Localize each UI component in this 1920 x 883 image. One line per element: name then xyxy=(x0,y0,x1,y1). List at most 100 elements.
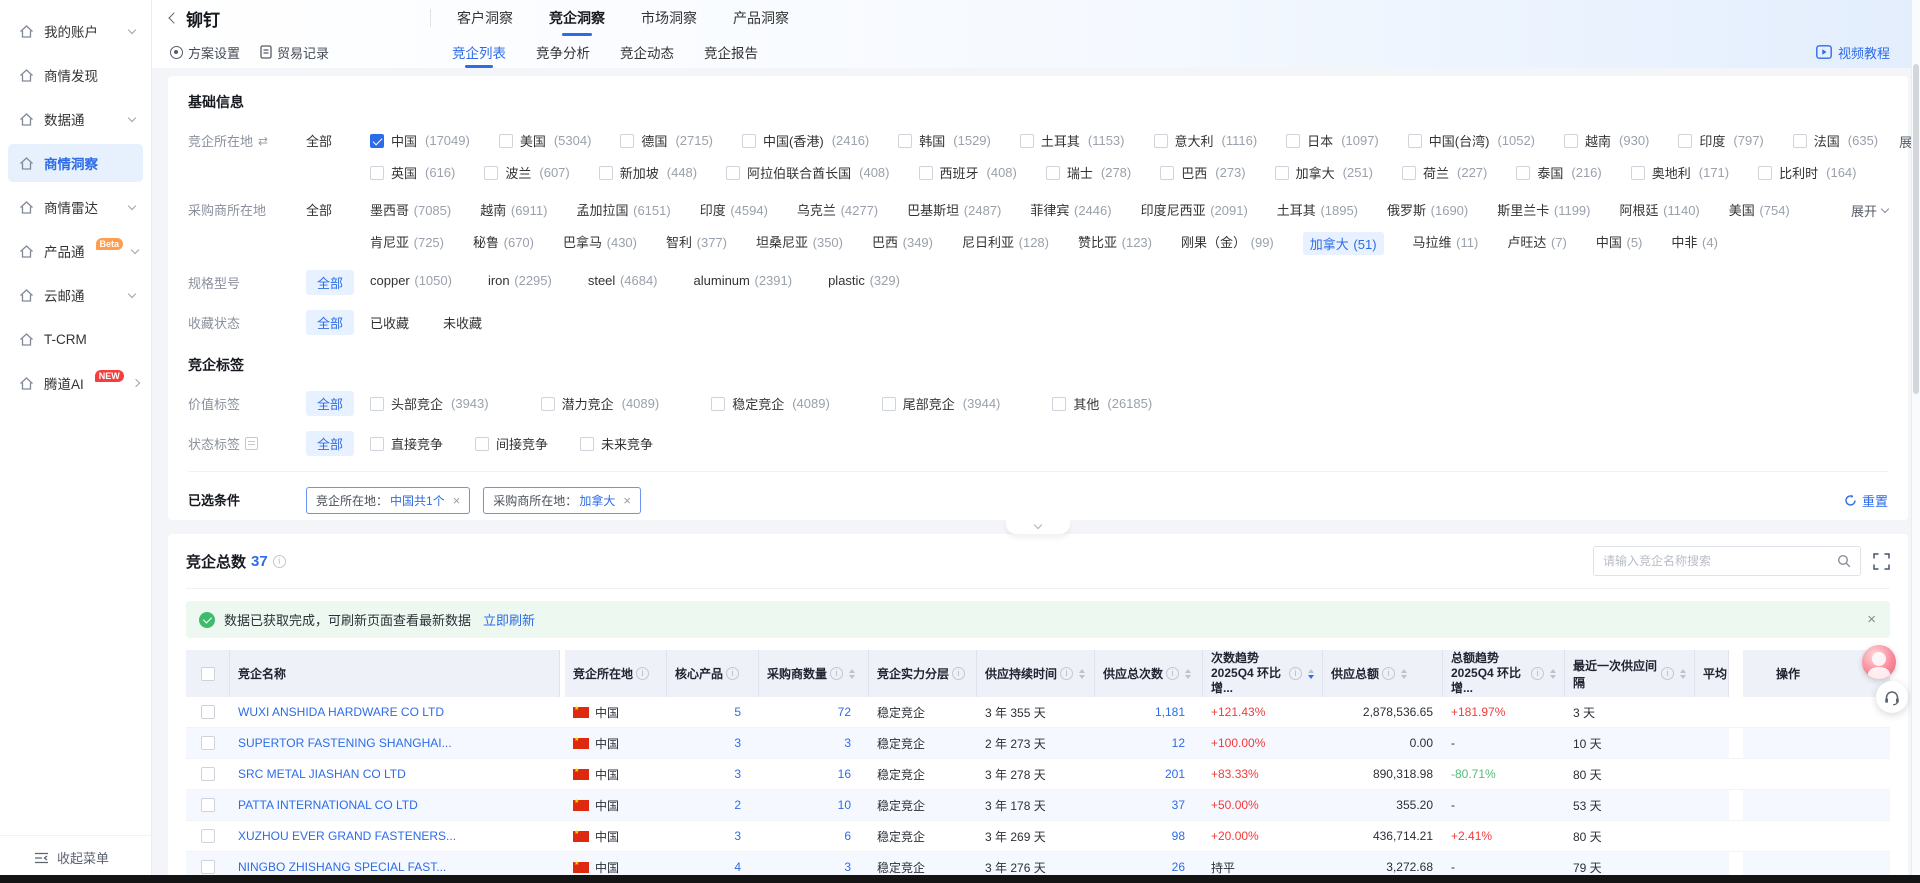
core-product-count-link[interactable]: 3 xyxy=(734,829,741,843)
country-filter-option[interactable]: 日本 (1097) xyxy=(1286,131,1379,150)
checkbox[interactable] xyxy=(1275,166,1289,180)
checkbox[interactable] xyxy=(726,166,740,180)
country-filter-option[interactable]: 越南 (930) xyxy=(1564,131,1649,150)
country-filter-option[interactable]: 德国 (2715) xyxy=(620,131,713,150)
supply-times-link[interactable]: 26 xyxy=(1172,860,1185,874)
sidebar-item[interactable]: 腾道AI NEW xyxy=(8,364,143,402)
buyer-count-link[interactable]: 16 xyxy=(838,767,851,781)
checkbox[interactable] xyxy=(742,134,756,148)
checkbox[interactable] xyxy=(1402,166,1416,180)
country-filter-option[interactable]: 泰国 (216) xyxy=(1516,163,1601,182)
buyer-country-option[interactable]: 土耳其 (1895) xyxy=(1277,200,1358,219)
country-filter-option[interactable]: 中国(香港) (2416) xyxy=(742,131,869,150)
value-tag-option[interactable]: 头部竞企 (3943) xyxy=(370,394,489,413)
filter-all-chip[interactable]: 全部 xyxy=(306,391,354,416)
buyer-country-option[interactable]: 菲律宾 (2446) xyxy=(1030,200,1111,219)
main-tab[interactable]: 客户洞察 xyxy=(457,0,513,36)
checkbox[interactable] xyxy=(370,166,384,180)
buyer-country-option[interactable]: 阿根廷 (1140) xyxy=(1620,200,1700,219)
page-scrollbar[interactable] xyxy=(1911,0,1920,875)
country-filter-option[interactable]: 阿拉伯联合酋长国 (408) xyxy=(726,163,889,182)
filter-all-chip[interactable]: 全部 xyxy=(306,310,354,335)
buyer-country-option[interactable]: 中国 (5) xyxy=(1596,232,1643,255)
checkbox[interactable] xyxy=(370,437,384,451)
buyer-country-option[interactable]: 乌克兰 (4277) xyxy=(797,200,878,219)
buyer-country-option[interactable]: 赞比亚 (123) xyxy=(1078,232,1152,255)
country-filter-option[interactable]: 瑞士 (278) xyxy=(1046,163,1131,182)
value-tag-option[interactable]: 稳定竞企 (4089) xyxy=(711,394,830,413)
country-filter-option[interactable]: 中国(台湾) (1052) xyxy=(1408,131,1535,150)
checkbox[interactable] xyxy=(1678,134,1692,148)
buyer-country-option[interactable]: 马拉维 (11) xyxy=(1413,232,1479,255)
checkbox[interactable] xyxy=(1046,166,1060,180)
filter-all-option[interactable]: 全部 xyxy=(306,128,370,150)
buyer-country-option[interactable]: 坦桑尼亚 (350) xyxy=(756,232,843,255)
sidebar-item[interactable]: 产品通 Beta xyxy=(8,232,143,270)
status-tag-option[interactable]: 未来竞争 xyxy=(580,434,653,453)
row-checkbox[interactable] xyxy=(201,860,215,874)
info-icon[interactable]: i xyxy=(1382,667,1395,680)
buyer-country-option[interactable]: 加拿大 (51) xyxy=(1303,232,1384,255)
checkbox[interactable] xyxy=(599,166,613,180)
info-icon[interactable]: i xyxy=(952,667,965,680)
sort-icon[interactable] xyxy=(1550,669,1556,679)
buyer-count-link[interactable]: 10 xyxy=(838,798,851,812)
buyer-country-option[interactable]: 俄罗斯 (1690) xyxy=(1387,200,1468,219)
sub-tab[interactable]: 竞企列表 xyxy=(452,36,506,68)
supply-times-link[interactable]: 1,181 xyxy=(1155,705,1185,719)
sidebar-item[interactable]: 商情雷达 xyxy=(8,188,143,226)
status-tag-option[interactable]: 间接竞争 xyxy=(475,434,548,453)
sidebar-item[interactable]: 我的账户 xyxy=(8,12,143,50)
expand-button[interactable]: 展开 xyxy=(1830,197,1888,220)
checkbox[interactable] xyxy=(898,134,912,148)
country-filter-option[interactable]: 法国 (635) xyxy=(1793,131,1878,150)
buyer-country-option[interactable]: 尼日利亚 (128) xyxy=(962,232,1049,255)
info-icon[interactable]: i xyxy=(1166,667,1179,680)
checkbox[interactable] xyxy=(1631,166,1645,180)
country-filter-option[interactable]: 韩国 (1529) xyxy=(898,131,991,150)
checkbox[interactable] xyxy=(1286,134,1300,148)
core-product-count-link[interactable]: 4 xyxy=(734,860,741,874)
buyer-count-link[interactable]: 72 xyxy=(838,705,851,719)
spec-option[interactable]: copper (1050) xyxy=(370,273,452,288)
sort-icon[interactable] xyxy=(1079,669,1085,679)
info-icon[interactable]: i xyxy=(1661,667,1674,680)
row-checkbox[interactable] xyxy=(201,798,215,812)
buyer-count-link[interactable]: 6 xyxy=(844,829,851,843)
checkbox[interactable] xyxy=(1052,397,1066,411)
buyer-country-option[interactable]: 印度 (4594) xyxy=(700,200,768,219)
spec-option[interactable]: steel (4684) xyxy=(588,273,658,288)
favorite-option[interactable]: 未收藏 xyxy=(443,313,482,332)
sidebar-item[interactable]: 商情发现 xyxy=(8,56,143,94)
buyer-country-option[interactable]: 刚果（金） (99) xyxy=(1181,232,1274,255)
checkbox[interactable] xyxy=(370,134,384,148)
refresh-now-link[interactable]: 立即刷新 xyxy=(483,610,535,629)
buyer-country-option[interactable]: 美国 (754) xyxy=(1729,200,1790,219)
checkbox[interactable] xyxy=(1160,166,1174,180)
sidebar-item[interactable]: 数据通 xyxy=(8,100,143,138)
sidebar-item[interactable]: 商情洞察 xyxy=(8,144,143,182)
buyer-country-option[interactable]: 印度尼西亚 (2091) xyxy=(1141,200,1248,219)
sub-tab[interactable]: 竞企报告 xyxy=(704,36,758,68)
sidebar-item[interactable]: T-CRM xyxy=(8,320,143,358)
banner-close-icon[interactable]: × xyxy=(1867,611,1876,628)
customer-service-avatar[interactable] xyxy=(1862,645,1896,679)
favorite-option[interactable]: 已收藏 xyxy=(370,313,409,332)
buyer-country-option[interactable]: 孟加拉国 (6151) xyxy=(576,200,670,219)
checkbox[interactable] xyxy=(1516,166,1530,180)
spec-option[interactable]: aluminum (2391) xyxy=(694,273,793,288)
sort-icon[interactable] xyxy=(1185,669,1191,679)
country-filter-option[interactable]: 美国 (5304) xyxy=(499,131,592,150)
buyer-country-option[interactable]: 巴基斯坦 (2487) xyxy=(907,200,1001,219)
spec-option[interactable]: plastic (329) xyxy=(828,273,900,288)
country-filter-option[interactable]: 加拿大 (251) xyxy=(1275,163,1373,182)
country-filter-option[interactable]: 奥地利 (171) xyxy=(1631,163,1729,182)
checkbox[interactable] xyxy=(1758,166,1772,180)
country-filter-option[interactable]: 巴西 (273) xyxy=(1160,163,1245,182)
buyer-count-link[interactable]: 3 xyxy=(844,860,851,874)
checkbox[interactable] xyxy=(1564,134,1578,148)
checkbox[interactable] xyxy=(580,437,594,451)
filter-all-option[interactable]: 全部 xyxy=(306,197,370,219)
sub-tab[interactable]: 竞争分析 xyxy=(536,36,590,68)
country-filter-option[interactable]: 印度 (797) xyxy=(1678,131,1763,150)
